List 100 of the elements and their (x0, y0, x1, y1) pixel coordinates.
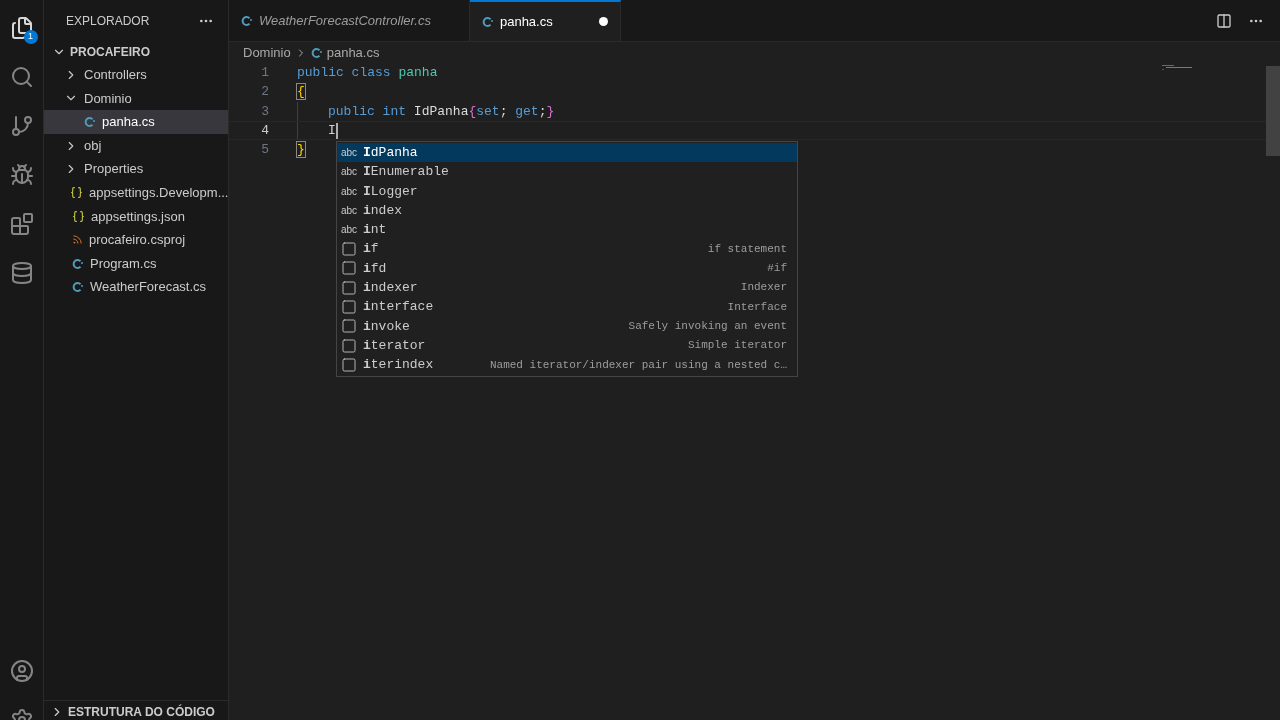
tree-item[interactable]: Dominio (44, 86, 228, 111)
database-icon[interactable] (9, 261, 34, 285)
outline-header[interactable]: ESTRUTURA DO CÓDIGO (44, 700, 228, 720)
line-number: 4 (260, 121, 269, 140)
split-editor-icon[interactable] (1216, 12, 1232, 29)
code-line: } (297, 141, 305, 160)
code-line: public class panha (297, 63, 438, 82)
line-number: 5 (260, 141, 269, 160)
tree-item-label: WeatherForecast.cs (90, 278, 207, 297)
code-line: { (297, 83, 305, 102)
snippet-icon (341, 356, 357, 373)
account-icon[interactable] (9, 659, 34, 683)
tree-item[interactable]: panha.cs (44, 110, 228, 134)
tree-item[interactable]: appsettings.Developm... (44, 180, 228, 205)
minimap-drawing (1162, 65, 1192, 71)
tree-item[interactable]: Program.cs (44, 251, 228, 276)
tree-item-label: obj (84, 136, 102, 155)
suggestion-detail: Indexer (740, 280, 787, 296)
breadcrumb[interactable]: panha.cs (326, 42, 380, 63)
snippet-icon (341, 279, 357, 296)
tree-item[interactable]: Controllers (44, 63, 228, 87)
tree-item[interactable]: Properties (44, 157, 228, 181)
suggestion-item[interactable]: abc index (337, 200, 797, 221)
suggestion-detail: Interface (727, 299, 787, 315)
tree-item-label: appsettings.json (91, 207, 185, 226)
project-name: PROCAFEIRO (70, 43, 150, 61)
suggestion-detail: Simple iterator (687, 338, 787, 354)
suggestion-label: int (363, 221, 387, 240)
scrollbar-thumb[interactable] (1266, 66, 1280, 156)
line-number: 1 (260, 63, 269, 82)
csharp-file-icon (310, 46, 323, 59)
suggestion-item[interactable]: ifd #if (337, 258, 797, 279)
tree-item-label: Controllers (84, 66, 147, 85)
line-number: 2 (260, 83, 269, 102)
suggestion-label: iterindex (363, 356, 434, 375)
explorer-icon[interactable] (9, 16, 34, 40)
suggestion-label: indexer (363, 279, 418, 297)
tree-item[interactable]: appsettings.json (44, 204, 228, 229)
text-kind-icon: abc (341, 203, 357, 219)
suggestion-item[interactable]: iterator Simple iterator (337, 335, 797, 356)
tree-item-label: Dominio (84, 89, 132, 108)
suggestion-label: interface (363, 298, 434, 317)
snippet-icon (341, 318, 357, 335)
tree-item[interactable]: obj (44, 133, 228, 158)
search-icon[interactable] (9, 65, 34, 89)
suggestion-detail: #if (767, 261, 787, 277)
text-kind-icon: abc (341, 145, 357, 161)
tree-item-label: panha.cs (102, 113, 155, 132)
snippet-icon (341, 299, 357, 315)
text-kind-icon: abc (341, 222, 357, 238)
line-number: 3 (260, 102, 269, 121)
suggestion-item[interactable]: abc ILogger (337, 181, 797, 201)
suggestion-item[interactable]: abc int (337, 220, 797, 240)
suggestion-item[interactable]: abc IdPanha (337, 143, 797, 163)
csharp-file-icon (72, 281, 84, 294)
extensions-icon[interactable] (9, 212, 34, 236)
tree-item-label: appsettings.Developm... (89, 184, 229, 202)
tree-item[interactable]: procafeiro.csproj (44, 228, 228, 252)
text-kind-icon: abc (341, 164, 357, 180)
suggestion-label: if (363, 240, 379, 259)
sidebar-title: EXPLORADOR (66, 13, 150, 30)
suggestion-detail: if statement (707, 241, 787, 257)
outline-title: ESTRUTURA DO CÓDIGO (68, 703, 215, 720)
suggestion-item[interactable]: if if statement (337, 239, 797, 259)
tree-item-label: procafeiro.csproj (89, 231, 186, 250)
notification-badge: 1 (23, 30, 38, 44)
suggestion-label: IdPanha (363, 143, 418, 162)
suggestion-detail: Safely invoking an event (628, 319, 787, 335)
suggestion-item[interactable]: invoke Safely invoking an event (337, 316, 797, 336)
suggestion-label: ILogger (363, 182, 418, 201)
editor-tab[interactable]: WeatherForecastController.cs (229, 0, 470, 41)
text-cursor (335, 122, 338, 139)
source-control-icon[interactable] (9, 114, 34, 138)
suggestion-item[interactable]: abc IEnumerable (337, 162, 797, 182)
csharp-file-icon (72, 257, 84, 270)
csharp-file-icon (84, 116, 96, 128)
suggestion-label: IEnumerable (363, 163, 449, 182)
tree-item[interactable]: WeatherForecast.cs (44, 275, 228, 299)
suggestion-detail: Named iterator/indexer pair using a nested c… (489, 357, 787, 373)
suggestion-label: invoke (363, 317, 410, 336)
csharp-file-icon (241, 14, 253, 27)
tree-item-label: Program.cs (90, 254, 157, 273)
snippet-icon (341, 241, 357, 258)
tab-label: WeatherForecastController.cs (259, 11, 431, 30)
tree-root[interactable]: PROCAFEIRO (44, 41, 228, 62)
suggestion-label: ifd (363, 259, 387, 278)
code-line: I (328, 121, 336, 140)
suggestion-item[interactable]: indexer Indexer (337, 278, 797, 298)
snippet-icon (341, 260, 357, 277)
run-debug-icon[interactable] (9, 163, 34, 187)
editor-tab[interactable]: panha.cs (469, 0, 621, 41)
breadcrumb[interactable]: Dominio (243, 42, 291, 63)
braces-icon (72, 209, 85, 223)
code-line: public int IdPanha{set; get;} (328, 102, 555, 121)
suggestion-label: index (363, 201, 403, 220)
tree-item-label: Properties (84, 160, 144, 179)
suggestion-item[interactable]: iterindex Named iterator/indexer pair using a nested c… (337, 355, 797, 375)
suggestion-item[interactable]: interface Interface (337, 297, 797, 317)
text-kind-icon: abc (341, 183, 357, 199)
suggestion-label: iterator (363, 336, 426, 355)
